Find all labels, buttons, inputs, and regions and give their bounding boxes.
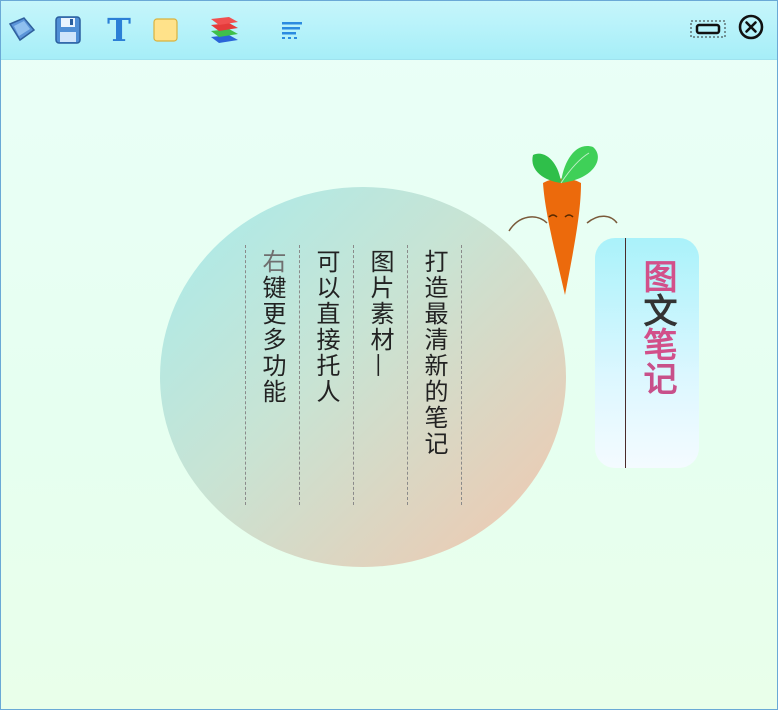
minimize-icon[interactable] <box>690 20 726 42</box>
note-line-1: 打造最清新的笔记 <box>420 249 448 457</box>
save-icon[interactable] <box>51 13 85 47</box>
align-icon[interactable] <box>275 13 309 47</box>
layers-icon[interactable] <box>207 13 241 47</box>
title-char: 笔 <box>637 327 677 361</box>
note-line-4-prefix: 右 <box>258 249 286 275</box>
sticky-note-icon[interactable] <box>149 13 183 47</box>
note-line-3: 可以直接托人 <box>312 249 340 405</box>
title-char: 图 <box>637 259 677 293</box>
title-char: 记 <box>637 361 677 395</box>
app-title: 图文笔记 <box>637 259 677 395</box>
app-window: T 打造最清新的笔记 图片素材— 可以直接托人 右键更多功能 图文笔记 <box>0 0 778 710</box>
close-icon[interactable] <box>737 13 765 45</box>
tag-divider <box>625 238 626 468</box>
text-icon[interactable]: T <box>102 13 136 47</box>
note-line-2: 图片素材— <box>366 249 394 379</box>
note-line-4-text: 键更多功能 <box>258 275 286 405</box>
title-char: 文 <box>637 293 677 327</box>
bookmark-icon[interactable] <box>5 13 39 47</box>
toolbar: T <box>1 1 777 60</box>
column-guide <box>461 245 462 505</box>
note-line-4: 右键更多功能 <box>257 249 287 405</box>
